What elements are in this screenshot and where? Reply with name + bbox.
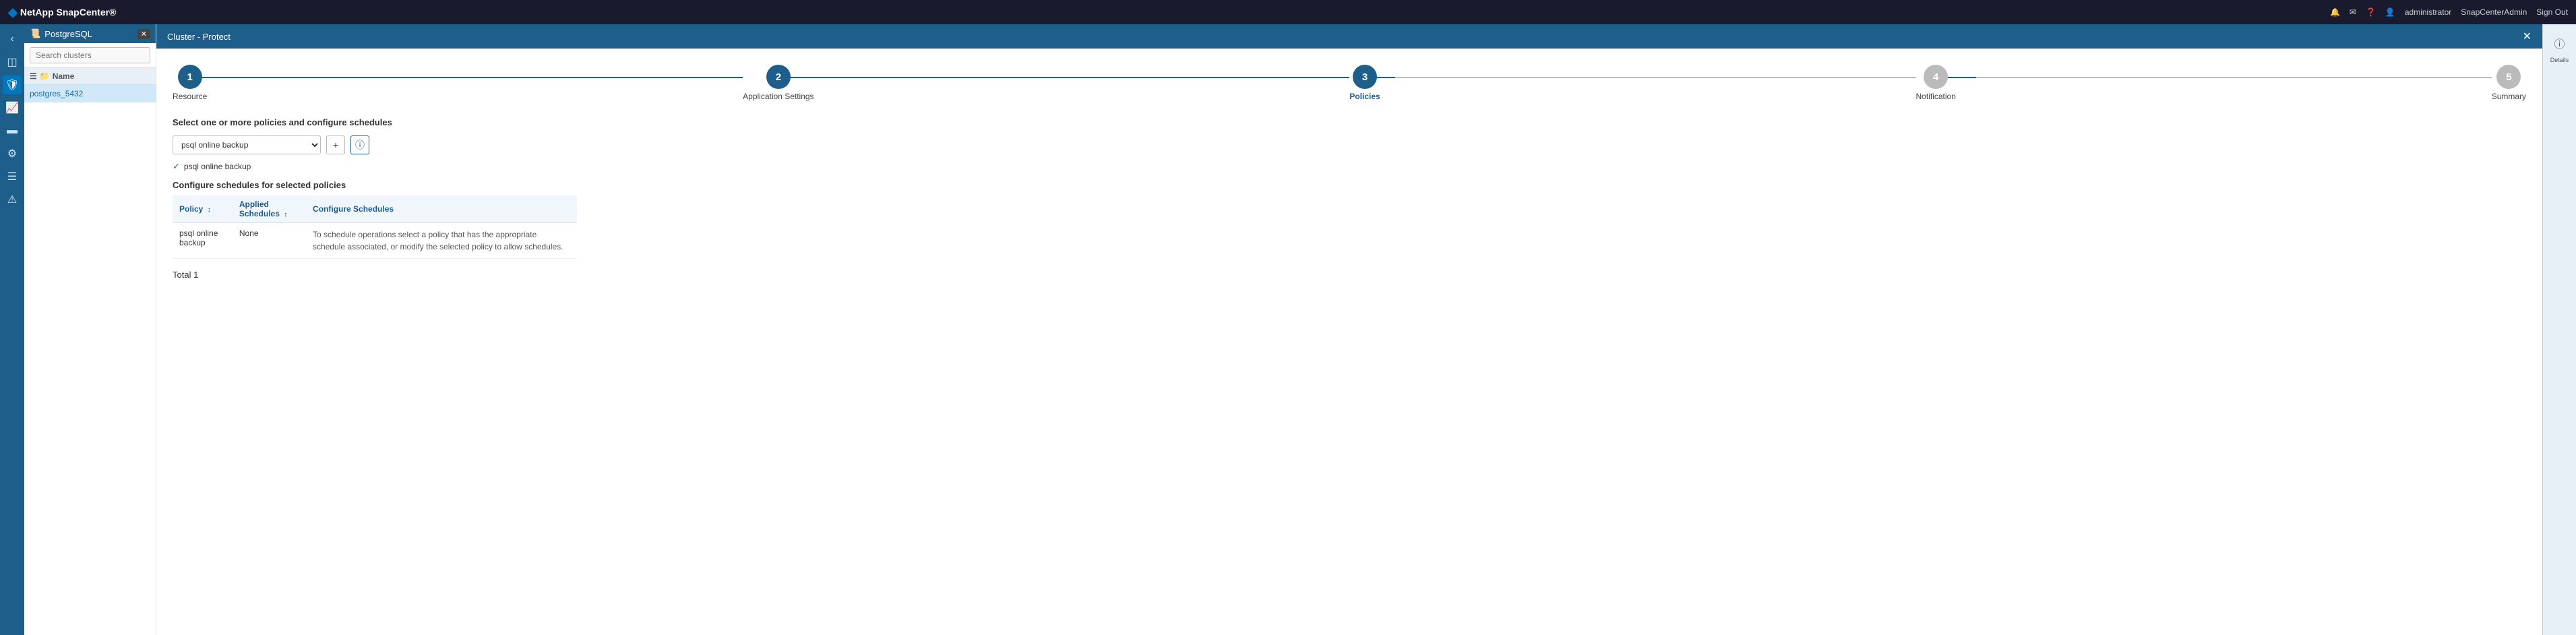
- sidebar-list: ☰ 📁 Name postgres_5432: [24, 68, 156, 635]
- top-nav-left: ◆ NetApp SnapCenter®: [8, 5, 116, 20]
- connector-1-2: [207, 77, 743, 78]
- col-configure-schedules: Configure Schedules: [306, 195, 577, 223]
- sort-policy-icon[interactable]: ↕: [208, 206, 211, 214]
- total-label: Total 1: [173, 270, 198, 280]
- user-name[interactable]: administrator: [2405, 7, 2451, 17]
- main-header: Cluster - Protect ✕: [156, 24, 2542, 49]
- step-4: 4 Notification: [1916, 65, 1956, 101]
- sidebar-item-chart[interactable]: 📈: [3, 98, 22, 117]
- details-label: Details: [2550, 57, 2569, 63]
- logo-icon: ◆: [8, 5, 18, 20]
- sidebar-item-shield[interactable]: 🛡: [3, 75, 22, 94]
- selected-policy-row: ✓ psql online backup: [173, 161, 2526, 172]
- step-1: 1 Resource: [173, 65, 207, 101]
- right-panel: ⓘ Details: [2542, 24, 2576, 635]
- step-5-circle: 5: [2496, 65, 2521, 89]
- configure-schedules-cell: To schedule operations select a policy t…: [306, 223, 577, 259]
- step-4-circle: 4: [1924, 65, 1948, 89]
- sidebar-db-icon: 📜: [30, 28, 40, 39]
- total-row: Total 1: [173, 270, 2526, 280]
- close-icon[interactable]: ✕: [2523, 30, 2532, 43]
- policy-dropdown[interactable]: psql online backup: [173, 135, 321, 154]
- col-policy: Policy ↕: [173, 195, 233, 223]
- policy-cell: psql online backup: [173, 223, 233, 259]
- step-1-circle: 1: [178, 65, 202, 89]
- step-2-label: Application Settings: [743, 92, 814, 101]
- step-2: 2 Application Settings: [743, 65, 814, 101]
- sidebar-item-list[interactable]: ☰: [3, 167, 22, 186]
- list-col-icon: 📁: [40, 71, 50, 81]
- sidebar-item-warning[interactable]: ⚠: [3, 190, 22, 209]
- table-row: psql online backup None To schedule oper…: [173, 223, 577, 259]
- details-button[interactable]: ⓘ: [2548, 31, 2572, 55]
- selected-policy-name: psql online backup: [184, 162, 251, 171]
- connector-4-5: [1956, 77, 2492, 78]
- check-icon: ✓: [173, 161, 180, 172]
- sort-schedules-icon[interactable]: ↕: [284, 211, 287, 218]
- sidebar-title: PostgreSQL: [44, 29, 92, 39]
- sidebar-close-badge[interactable]: ✕: [137, 29, 150, 39]
- connector-2-3: [814, 77, 1350, 78]
- connector-3-4: [1380, 77, 1916, 78]
- step-3-circle: 3: [1353, 65, 1377, 89]
- search-input[interactable]: [30, 47, 150, 63]
- bell-icon[interactable]: 🔔: [2330, 7, 2340, 17]
- sidebar-list-title: Name: [53, 71, 75, 81]
- sidebar-header: 📜 PostgreSQL ✕: [24, 24, 156, 43]
- step-1-label: Resource: [173, 92, 207, 101]
- list-icon: ☰: [30, 71, 37, 81]
- app-logo: ◆ NetApp SnapCenter®: [8, 5, 116, 20]
- info-policy-button[interactable]: ⓘ: [350, 135, 369, 154]
- sidebar-list-header: ☰ 📁 Name: [24, 68, 156, 85]
- step-2-circle: 2: [766, 65, 791, 89]
- sign-out-link[interactable]: Sign Out: [2536, 7, 2568, 17]
- top-nav: ◆ NetApp SnapCenter® 🔔 ✉ ❓ 👤 administrat…: [0, 0, 2576, 24]
- stepper: 1 Resource 2 Application Settings 3: [173, 62, 2526, 101]
- schedule-table: Policy ↕ Applied Schedules ↕ Configure S…: [173, 195, 577, 259]
- add-policy-button[interactable]: +: [326, 135, 345, 154]
- app-title: NetApp SnapCenter®: [20, 7, 117, 18]
- user-icon: 👤: [2385, 7, 2395, 17]
- step-5: 5 Summary: [2492, 65, 2526, 101]
- sidebar-item-tools[interactable]: ⚙: [3, 144, 22, 163]
- sidebar-item-toggle[interactable]: ‹: [3, 30, 22, 49]
- top-nav-right: 🔔 ✉ ❓ 👤 administrator SnapCenterAdmin Si…: [2330, 7, 2568, 17]
- sidebar-header-title: 📜 PostgreSQL: [30, 28, 92, 39]
- policy-row: psql online backup + ⓘ: [173, 135, 2526, 154]
- email-icon[interactable]: ✉: [2350, 7, 2356, 17]
- instance-name[interactable]: SnapCenterAdmin: [2461, 7, 2527, 17]
- breadcrumb: Cluster - Protect: [167, 32, 231, 42]
- help-icon[interactable]: ❓: [2366, 7, 2376, 17]
- sidebar-item-postgres[interactable]: postgres_5432: [24, 85, 156, 102]
- col-applied-schedules: Applied Schedules ↕: [233, 195, 306, 223]
- step-5-label: Summary: [2492, 92, 2526, 101]
- main-body: 1 Resource 2 Application Settings 3: [156, 49, 2542, 635]
- step-4-label: Notification: [1916, 92, 1956, 101]
- sidebar-item-apps[interactable]: ◫: [3, 53, 22, 71]
- table-header-row: Policy ↕ Applied Schedules ↕ Configure S…: [173, 195, 577, 223]
- icon-bar: ‹ ◫ 🛡 📈 ▬ ⚙ ☰ ⚠: [0, 24, 24, 635]
- main-layout: ‹ ◫ 🛡 📈 ▬ ⚙ ☰ ⚠ 📜 PostgreSQL ✕ ☰ 📁 Name: [0, 24, 2576, 635]
- policy-section-title: Select one or more policies and configur…: [173, 117, 2526, 127]
- applied-schedules-cell: None: [233, 223, 306, 259]
- sidebar: 📜 PostgreSQL ✕ ☰ 📁 Name postgres_5432: [24, 24, 156, 635]
- step-3: 3 Policies: [1349, 65, 1380, 101]
- main-content: Cluster - Protect ✕ 1 Resource 2: [156, 24, 2542, 635]
- step-3-label: Policies: [1349, 92, 1380, 101]
- schedule-title: Configure schedules for selected policie…: [173, 180, 2526, 190]
- sidebar-item-bar-chart[interactable]: ▬: [3, 121, 22, 140]
- sidebar-search: [24, 43, 156, 68]
